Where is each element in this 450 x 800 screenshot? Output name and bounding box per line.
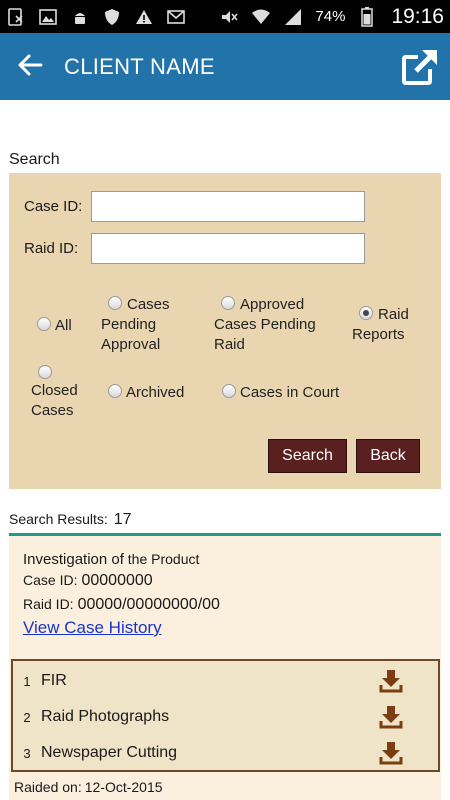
- result-raid-id-label: Raid ID:: [23, 596, 74, 612]
- filter-label: All: [55, 317, 72, 334]
- download-icon[interactable]: [378, 704, 404, 730]
- result-heading: Investigation of the Product: [23, 551, 199, 568]
- filter-closed-cases[interactable]: Closed Cases: [31, 363, 91, 421]
- results-label: Search Results: 17: [9, 511, 132, 529]
- raided-on-value: 12-Oct-2015: [84, 779, 163, 795]
- clock: 19:16: [391, 4, 444, 28]
- results-label-text: Search Results:: [9, 511, 108, 527]
- battery-percent: 74%: [315, 8, 346, 25]
- radio-approved-cases-pending-raid[interactable]: [221, 296, 235, 310]
- case-id-input[interactable]: [91, 191, 365, 222]
- filter-label: Archived: [126, 384, 185, 401]
- gallery-icon: [38, 7, 58, 27]
- radio-cases-pending-approval[interactable]: [108, 296, 122, 310]
- raided-on-label: Raided on:: [14, 779, 82, 795]
- back-button[interactable]: Back: [356, 439, 420, 473]
- arrow-left-icon: [17, 53, 43, 81]
- document-number: 3: [23, 745, 31, 761]
- page-title: CLIENT NAME: [64, 53, 215, 79]
- search-button[interactable]: Search: [268, 439, 347, 473]
- radio-raid-reports[interactable]: [359, 306, 373, 320]
- radio-closed-cases[interactable]: [38, 365, 52, 379]
- case-id-label: Case ID:: [24, 198, 83, 215]
- list-item[interactable]: 2 Raid Photographs: [13, 699, 438, 735]
- filter-cases-in-court[interactable]: Cases in Court: [222, 383, 339, 403]
- result-raid-id: Raid ID: 00000/00000000/00: [23, 596, 220, 614]
- view-case-history-link[interactable]: View Case History: [23, 618, 162, 638]
- document-name: Newspaper Cutting: [41, 744, 178, 761]
- raid-id-input[interactable]: [91, 233, 365, 264]
- list-item[interactable]: 1 FIR: [13, 663, 438, 699]
- radio-all[interactable]: [37, 317, 51, 331]
- back-arrow-button[interactable]: [0, 33, 60, 100]
- filter-label: Cases in Court: [240, 384, 340, 401]
- document-number: 1: [23, 673, 31, 689]
- document-number: 2: [23, 709, 31, 725]
- result-case-id: Case ID: 00000000: [23, 572, 153, 590]
- signal-icon: [283, 7, 303, 27]
- raid-id-label: Raid ID:: [24, 240, 79, 257]
- wifi-icon: [251, 7, 271, 27]
- results-count: 17: [113, 511, 132, 528]
- radio-cases-in-court[interactable]: [222, 384, 236, 398]
- search-heading: Search: [9, 151, 60, 168]
- radio-archived[interactable]: [108, 384, 122, 398]
- document-name: FIR: [41, 672, 67, 689]
- search-panel: Case ID: Raid ID: All Cases Pending Appr…: [9, 173, 441, 489]
- list-item[interactable]: 3 Newspaper Cutting: [13, 735, 438, 771]
- warning-icon: [134, 7, 154, 27]
- mute-icon: [219, 7, 239, 27]
- filter-approved-cases-pending-raid[interactable]: Approved Cases Pending Raid: [214, 295, 334, 355]
- no-sim-icon: [6, 7, 26, 27]
- result-case-id-value: 00000000: [81, 572, 153, 589]
- mail-icon: [166, 7, 186, 27]
- filter-raid-reports[interactable]: Raid Reports: [352, 305, 432, 345]
- result-heading-bold: Investigation of: [23, 551, 124, 568]
- external-link-icon: [400, 50, 440, 91]
- result-case-id-label: Case ID:: [23, 572, 78, 588]
- status-bar: 74% 19:16: [0, 0, 450, 33]
- result-card: Investigation of the Product Case ID: 000…: [9, 536, 441, 800]
- shield-icon: [102, 7, 122, 27]
- result-raid-id-value: 00000/00000000/00: [77, 596, 220, 613]
- raided-on: Raided on: 12-Oct-2015: [14, 779, 163, 795]
- filter-archived[interactable]: Archived: [108, 383, 184, 403]
- open-external-button[interactable]: [400, 47, 440, 87]
- filter-cases-pending-approval[interactable]: Cases Pending Approval: [101, 295, 206, 355]
- battery-icon: [357, 6, 377, 27]
- download-icon[interactable]: [378, 668, 404, 694]
- result-heading-rest: the Product: [127, 551, 200, 567]
- download-icon[interactable]: [378, 740, 404, 766]
- document-list: 1 FIR 2 Raid Photographs 3 Newspaper Cut…: [11, 659, 440, 772]
- document-name: Raid Photographs: [41, 708, 170, 725]
- app-bar: CLIENT NAME: [0, 33, 450, 100]
- filter-all[interactable]: All: [37, 316, 72, 336]
- android-debug-icon: [70, 7, 90, 27]
